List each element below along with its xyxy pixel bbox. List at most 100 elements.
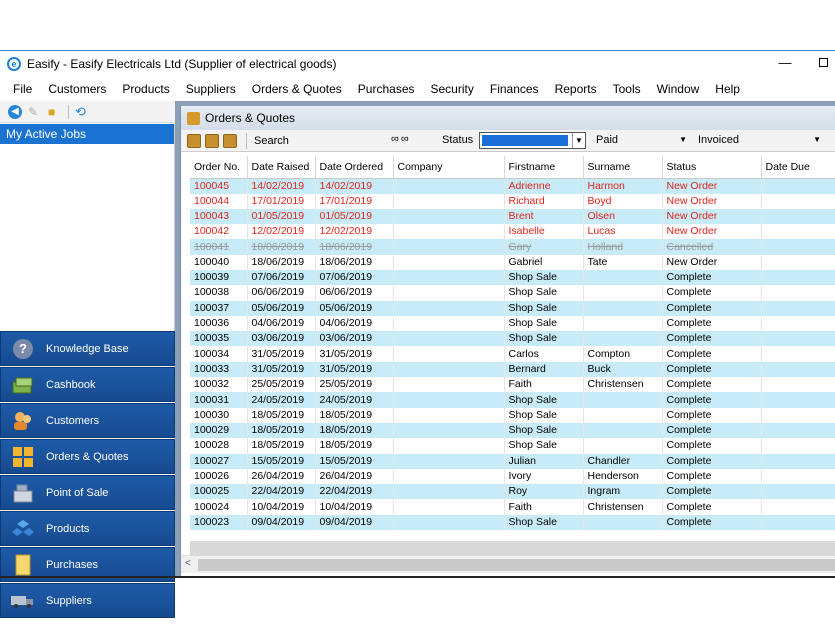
open-order-icon[interactable] <box>205 133 219 148</box>
table-row[interactable]: 100041 18/06/2019 18/06/2019 Gary Holland Can… <box>190 239 835 255</box>
scrollbar-thumb[interactable] <box>198 559 835 571</box>
cell-date-due <box>761 285 835 301</box>
menu-orders-quotes[interactable]: Orders & Quotes <box>244 82 350 96</box>
cell-company <box>393 361 505 378</box>
table-row[interactable]: 100028 18/05/2019 18/05/2019 Shop Sale Compl… <box>190 438 835 454</box>
nav-products[interactable]: Products <box>0 511 175 546</box>
cell-status: Cancelled <box>662 239 762 255</box>
col-company[interactable]: Company <box>393 156 505 179</box>
cell-surname: Harmon <box>583 178 663 194</box>
refresh-icon[interactable]: ⟲ <box>75 104 89 119</box>
scroll-left-icon[interactable]: < <box>185 558 191 569</box>
cell-firstname: Julian <box>504 453 584 469</box>
menu-suppliers[interactable]: Suppliers <box>178 82 244 96</box>
active-jobs-header[interactable]: My Active Jobs <box>0 124 174 144</box>
table-row[interactable]: 100042 12/02/2019 12/02/2019 Isabelle Lucas N… <box>190 224 835 240</box>
table-row[interactable]: 100031 24/05/2019 24/05/2019 Shop Sale Compl… <box>190 392 835 408</box>
minimize-button[interactable]: — <box>775 55 795 71</box>
table-row[interactable]: 100038 06/06/2019 06/06/2019 Shop Sale Compl… <box>190 285 835 301</box>
table-row[interactable]: 100036 04/06/2019 04/06/2019 Shop Sale Compl… <box>190 315 835 332</box>
menu-window[interactable]: Window <box>649 82 708 96</box>
cell-company <box>393 514 505 531</box>
col-date-due[interactable]: Date Due <box>761 156 835 179</box>
cell-order-no: 100045 <box>190 178 248 194</box>
cell-company <box>393 285 505 301</box>
cell-date-due <box>761 392 835 408</box>
nav-point-of-sale[interactable]: Point of Sale <box>0 475 175 510</box>
back-icon[interactable]: ◀ <box>8 104 22 119</box>
col-date-ordered[interactable]: Date Ordered <box>315 156 394 179</box>
table-row[interactable]: 100043 01/05/2019 01/05/2019 Brent Olsen New … <box>190 208 835 225</box>
table-row[interactable]: 100044 17/01/2019 17/01/2019 Richard Boyd New… <box>190 193 835 209</box>
horizontal-scrollbar[interactable]: < <box>181 555 835 573</box>
nav-label: Products <box>46 522 90 535</box>
search-button[interactable]: Search <box>254 135 289 147</box>
col-date-raised[interactable]: Date Raised <box>247 156 316 179</box>
table-row[interactable]: 100026 26/04/2019 26/04/2019 Ivory Henderson… <box>190 468 835 485</box>
col-status[interactable]: Status <box>662 156 762 179</box>
paid-filter-select[interactable]: Paid ▼ <box>593 132 691 149</box>
menu-purchases[interactable]: Purchases <box>350 82 423 96</box>
table-row[interactable]: 100030 18/05/2019 18/05/2019 Shop Sale Compl… <box>190 407 835 423</box>
menu-customers[interactable]: Customers <box>40 82 114 96</box>
cell-date-due <box>761 453 835 469</box>
cell-order-no: 100035 <box>190 331 248 347</box>
orders-icon <box>11 446 35 468</box>
table-row[interactable]: 100023 09/04/2019 09/04/2019 Shop Sale Compl… <box>190 514 835 531</box>
status-filter-select[interactable]: ▼ <box>479 132 586 149</box>
cell-order-no: 100043 <box>190 208 248 225</box>
table-row[interactable]: 100032 25/05/2019 25/05/2019 Faith Christens… <box>190 377 835 393</box>
cell-surname <box>583 392 663 408</box>
table-row[interactable]: 100029 18/05/2019 18/05/2019 Shop Sale Compl… <box>190 422 835 439</box>
maximize-button[interactable] <box>813 55 833 71</box>
col-surname[interactable]: Surname <box>583 156 663 179</box>
table-row[interactable]: 100040 18/06/2019 18/06/2019 Gabriel Tate New… <box>190 254 835 270</box>
chevron-down-icon[interactable]: ▼ <box>813 135 821 144</box>
nav-label: Suppliers <box>46 594 92 607</box>
cell-status: New Order <box>662 254 762 270</box>
cell-firstname: Shop Sale <box>504 331 584 347</box>
table-row[interactable]: 100034 31/05/2019 31/05/2019 Carlos Compton C… <box>190 346 835 362</box>
menu-finances[interactable]: Finances <box>482 82 547 96</box>
cell-order-no: 100030 <box>190 407 248 423</box>
table-row[interactable]: 100037 05/06/2019 05/06/2019 Shop Sale Compl… <box>190 300 835 316</box>
lock-icon[interactable]: ■ <box>48 105 62 119</box>
table-row[interactable]: 100045 14/02/2019 14/02/2019 Adrienne Harmon… <box>190 178 835 194</box>
nav-orders-quotes[interactable]: Orders & Quotes <box>0 439 175 474</box>
nav-suppliers[interactable]: Suppliers <box>0 583 175 618</box>
binoculars-icon[interactable]: ∞∞ <box>391 133 411 145</box>
menu-help[interactable]: Help <box>707 82 748 96</box>
cell-firstname: Faith <box>504 499 584 515</box>
new-order-icon[interactable] <box>187 133 201 148</box>
menu-security[interactable]: Security <box>423 82 482 96</box>
nav-cashbook[interactable]: Cashbook <box>0 367 175 402</box>
cell-surname <box>583 285 663 301</box>
nav-customers[interactable]: Customers <box>0 403 175 438</box>
cell-company <box>393 407 505 423</box>
table-row[interactable]: 100039 07/06/2019 07/06/2019 Shop Sale Compl… <box>190 269 835 286</box>
col-order-no[interactable]: Order No. <box>190 156 248 179</box>
window-title: Easify - Easify Electricals Ltd (Supplie… <box>27 57 337 71</box>
chevron-down-icon[interactable]: ▼ <box>572 133 585 148</box>
cell-firstname: Shop Sale <box>504 269 584 286</box>
chevron-down-icon[interactable]: ▼ <box>679 135 687 144</box>
table-row[interactable]: 100025 22/04/2019 22/04/2019 Roy Ingram Compl… <box>190 484 835 500</box>
cell-surname <box>583 514 663 531</box>
col-firstname[interactable]: Firstname <box>504 156 584 179</box>
table-row[interactable]: 100033 31/05/2019 31/05/2019 Bernard Buck Com… <box>190 361 835 378</box>
pin-icon[interactable]: ✎ <box>28 105 42 119</box>
cell-surname <box>583 269 663 286</box>
invoiced-filter-select[interactable]: Invoiced ▼ <box>695 132 825 149</box>
table-row[interactable]: 100035 03/06/2019 03/06/2019 Shop Sale Compl… <box>190 331 835 347</box>
menu-file[interactable]: File <box>5 82 40 96</box>
copy-order-icon[interactable] <box>223 133 237 148</box>
nav-knowledge-base[interactable]: ? Knowledge Base <box>0 331 175 366</box>
table-row[interactable]: 100027 15/05/2019 15/05/2019 Julian Chandler… <box>190 453 835 469</box>
cell-firstname: Gabriel <box>504 254 584 270</box>
menu-tools[interactable]: Tools <box>605 82 649 96</box>
table-row[interactable]: 100024 10/04/2019 10/04/2019 Faith Christens… <box>190 499 835 515</box>
menu-reports[interactable]: Reports <box>547 82 605 96</box>
left-toolbar: ◀ ✎ ■ ⟲ <box>0 101 175 123</box>
menu-products[interactable]: Products <box>114 82 177 96</box>
cell-order-no: 100023 <box>190 514 248 531</box>
